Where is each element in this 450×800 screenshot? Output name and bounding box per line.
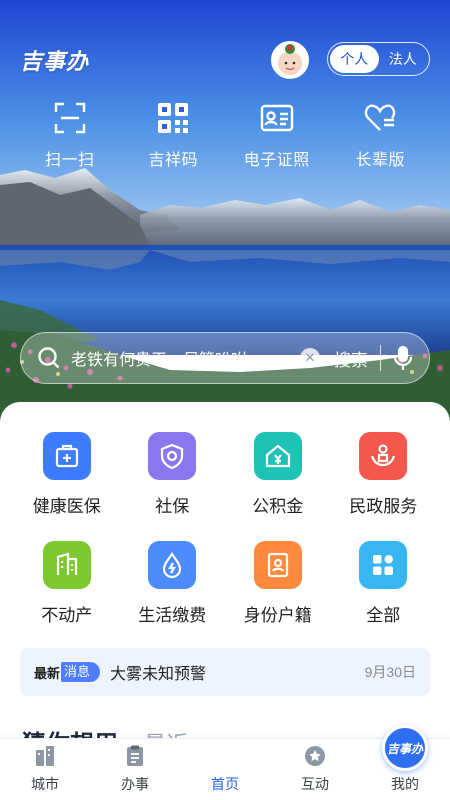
search-divider — [380, 345, 381, 371]
tab-label: 办事 — [121, 776, 149, 792]
housing-fund-icon — [253, 432, 302, 480]
id-card-icon — [260, 104, 293, 132]
service-label: 全部 — [366, 606, 401, 625]
search-input[interactable]: 老铁有何贵干，尽管吩咐 — [71, 346, 300, 370]
service-label: 身份户籍 — [243, 606, 312, 625]
quick-action-jixiang-code[interactable]: 吉祥码 — [124, 100, 222, 170]
elder-avatar-icon — [278, 44, 302, 75]
quick-actions: 扫一扫 吉祥码 电子证照 长辈版 — [0, 100, 450, 170]
star-bubble-icon — [305, 746, 325, 766]
city-icon — [36, 746, 54, 766]
tab-label: 城市 — [31, 776, 59, 792]
news-text[interactable]: 大雾未知预警 — [110, 660, 365, 684]
qr-code-icon — [158, 103, 189, 133]
service-label: 健康医保 — [32, 497, 101, 516]
quick-action-label: 长辈版 — [355, 152, 405, 169]
news-ticker[interactable]: 最新 消息 大雾未知预警 9月30日 — [20, 648, 430, 696]
search-icon — [38, 347, 60, 369]
search-bar[interactable]: 老铁有何贵干，尽管吩咐 ✕ 搜索 — [20, 332, 430, 384]
service-real-estate[interactable]: 不动产 — [14, 541, 120, 626]
clipboard-icon — [127, 745, 143, 766]
quick-action-elder-mode[interactable]: 长辈版 — [331, 100, 429, 170]
tab-label: 首页 — [211, 776, 239, 792]
service-identity-registry[interactable]: 身份户籍 — [225, 541, 331, 626]
tab-label: 互动 — [301, 776, 329, 792]
grid-all-icon — [359, 541, 408, 589]
tab-personal[interactable]: 个人 — [330, 45, 379, 73]
search-button[interactable]: 搜索 — [334, 346, 368, 371]
utility-drop-icon — [148, 541, 197, 589]
service-label: 民政服务 — [349, 497, 418, 516]
tab-city[interactable]: 城市 — [0, 739, 90, 800]
quick-action-label: 电子证照 — [243, 152, 310, 169]
civil-affairs-hands-icon — [359, 432, 408, 480]
service-social-security[interactable]: 社保 — [120, 432, 226, 517]
bottom-tab-bar: 城市 办事 吉事办 首页 互动 我的 — [0, 725, 450, 800]
tab-label: 我的 — [391, 776, 419, 792]
quick-action-scan[interactable]: 扫一扫 — [21, 100, 119, 170]
tab-interact[interactable]: 互动 — [270, 739, 360, 800]
clear-icon[interactable]: ✕ — [300, 348, 320, 368]
quick-action-label: 吉祥码 — [148, 152, 198, 169]
news-date: 9月30日 — [364, 664, 416, 680]
home-logo: 吉事办 — [382, 725, 428, 771]
service-all[interactable]: 全部 — [331, 541, 437, 626]
news-tag-label: 消息 — [61, 662, 101, 682]
app-logo: 吉事办 — [20, 49, 90, 74]
service-label: 不动产 — [41, 606, 93, 625]
id-book-icon — [253, 541, 302, 589]
microphone-icon[interactable] — [393, 345, 413, 371]
hero-banner: 吉事办 个人 法人 扫一扫 吉祥码 电子证照 长辈版 老铁有何贵干，尽管吩咐 ✕… — [0, 0, 450, 430]
tab-legal-entity[interactable]: 法人 — [379, 45, 428, 73]
service-health-insurance[interactable]: 健康医保 — [14, 432, 120, 517]
quick-action-e-license[interactable]: 电子证照 — [228, 100, 326, 170]
service-label: 公积金 — [252, 497, 304, 516]
news-tag: 最新 消息 — [34, 662, 101, 682]
service-utility-payment[interactable]: 生活缴费 — [120, 541, 226, 626]
social-security-shield-icon — [148, 432, 197, 480]
news-tag-prefix: 最新 — [34, 665, 61, 681]
service-label: 社保 — [155, 497, 190, 516]
service-civil-affairs[interactable]: 民政服务 — [331, 432, 437, 517]
avatar[interactable] — [271, 41, 309, 79]
medical-kit-icon — [42, 432, 91, 480]
tab-affairs[interactable]: 办事 — [90, 739, 180, 800]
building-icon — [42, 541, 91, 589]
quick-action-label: 扫一扫 — [44, 152, 95, 169]
service-label: 生活缴费 — [138, 606, 207, 625]
service-grid: 健康医保 社保 公积金 民政服务 不动产 生活缴费 身份户籍 全部 — [0, 432, 450, 626]
tab-home[interactable]: 吉事办 首页 — [180, 725, 428, 800]
service-housing-fund[interactable]: 公积金 — [225, 432, 331, 517]
scan-icon — [54, 102, 85, 134]
identity-switch[interactable]: 个人 法人 — [327, 42, 430, 76]
heart-list-icon — [365, 104, 396, 131]
